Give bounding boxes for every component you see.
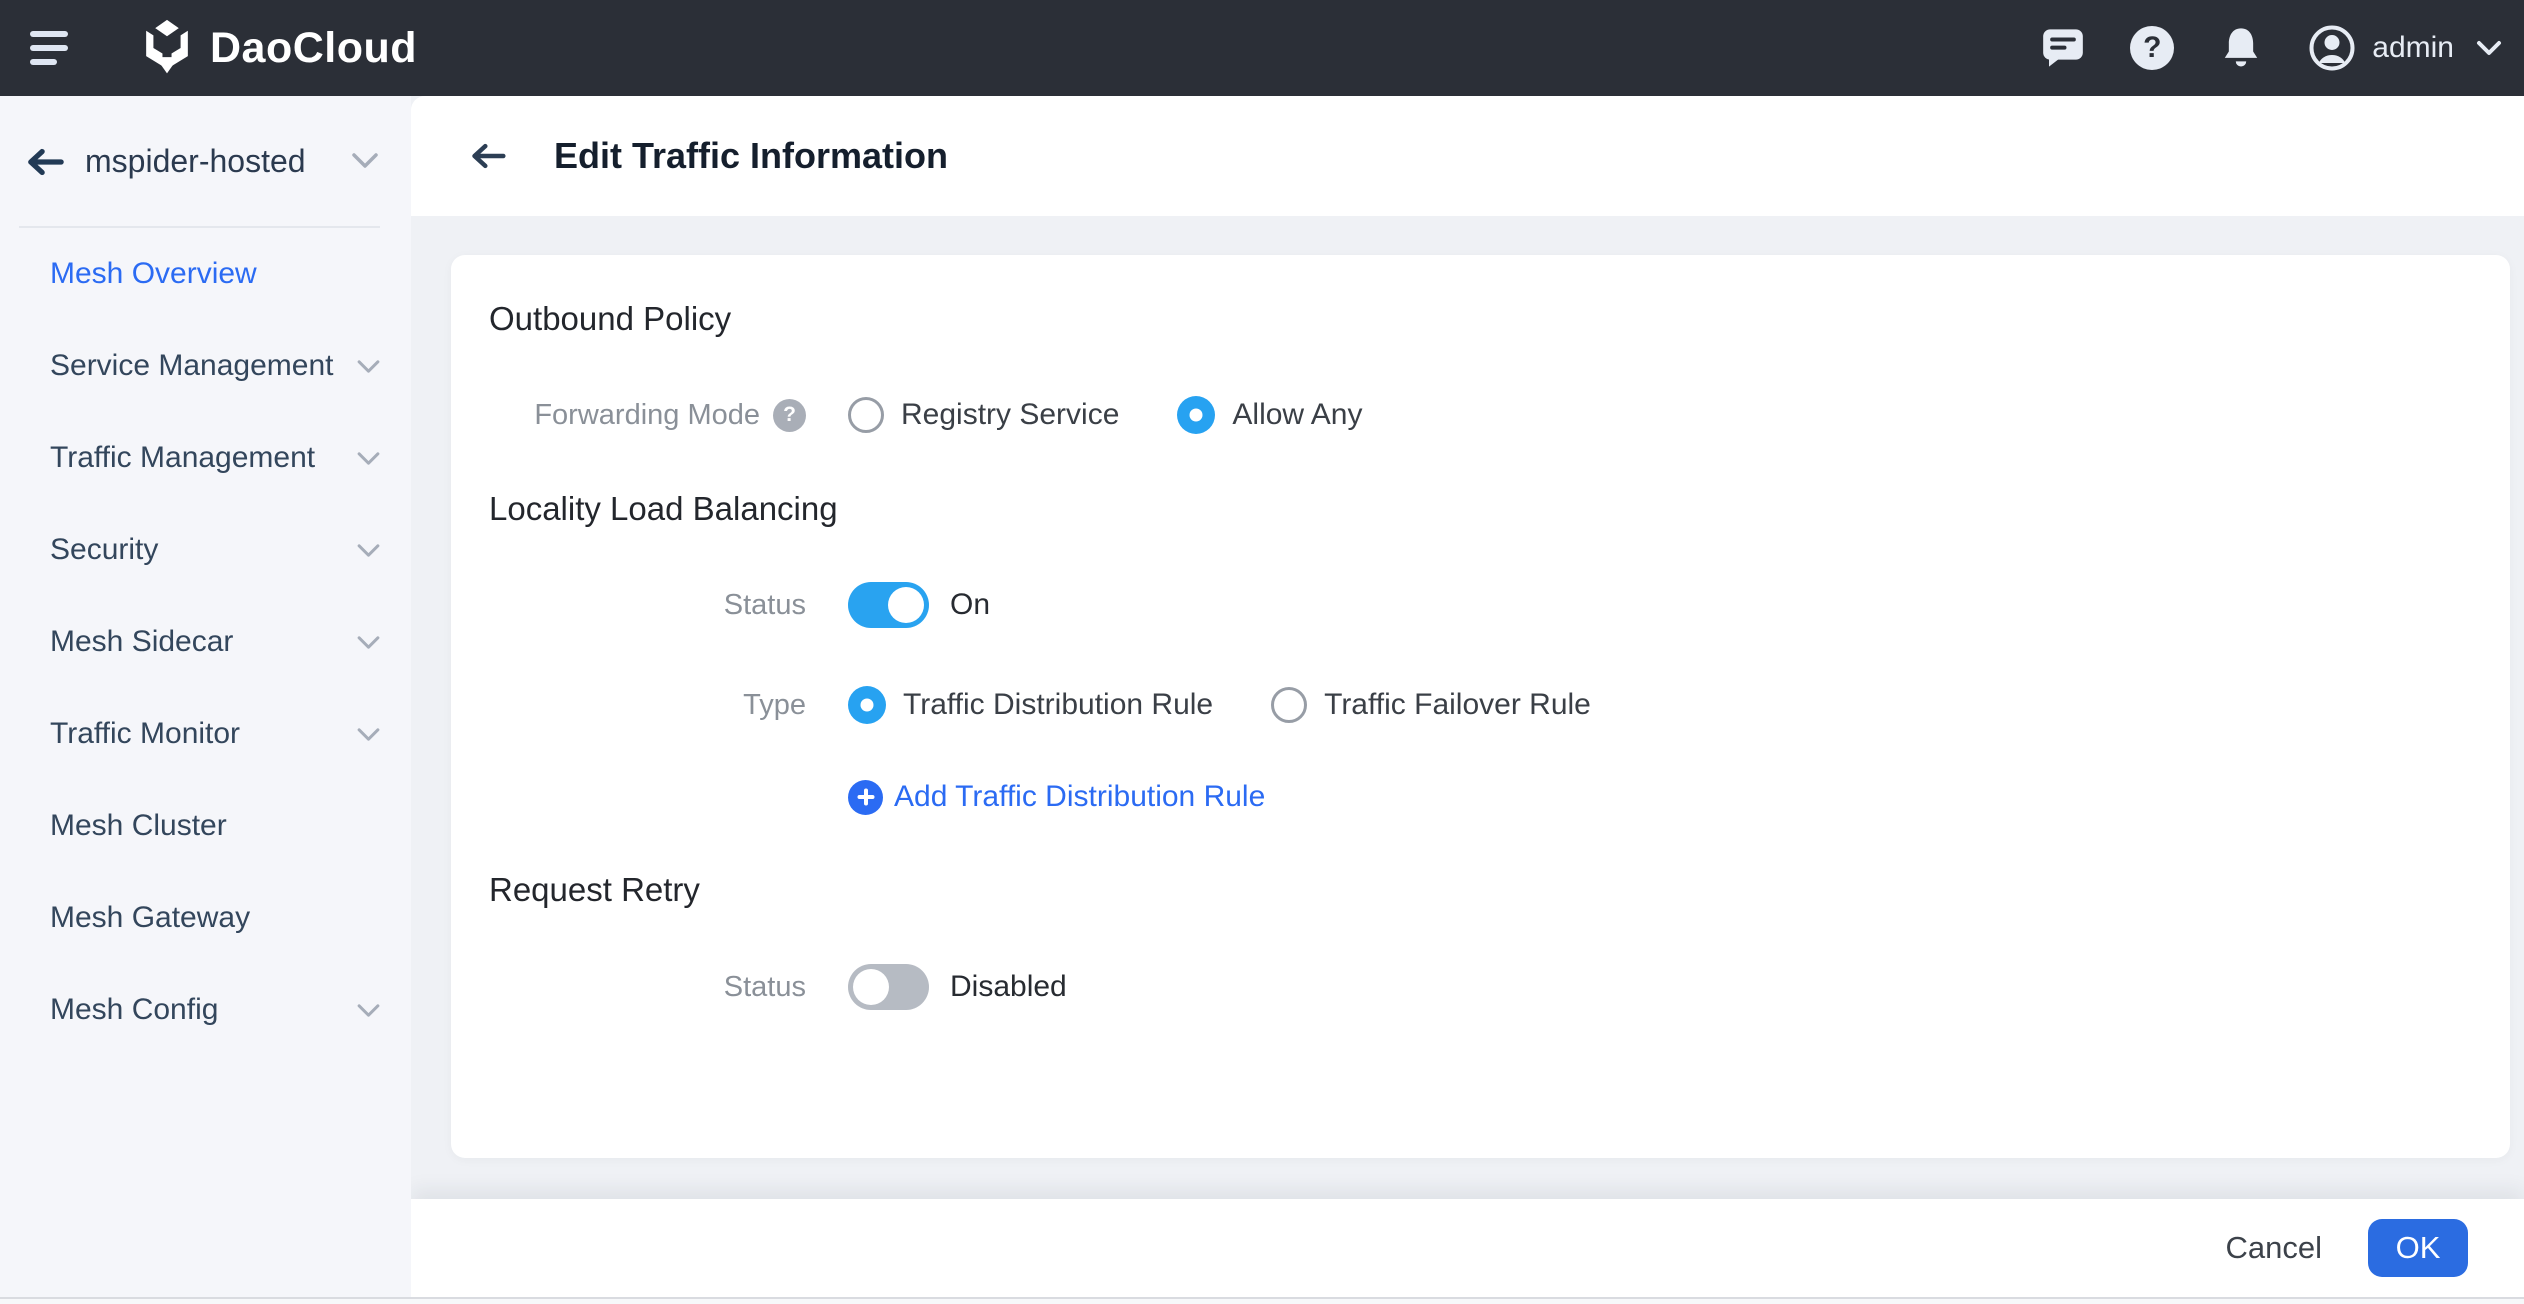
sidebar-item-mesh-config[interactable]: Mesh Config bbox=[0, 964, 411, 1056]
radio-allow-any[interactable]: Allow Any bbox=[1177, 396, 1362, 434]
sidebar: mspider-hosted Mesh Overview Service Man… bbox=[0, 96, 411, 1304]
locality-type-row: Type Traffic Distribution Rule Traffic F… bbox=[451, 679, 2510, 731]
app-root: { "topbar": { "brand": "DaoCloud", "user… bbox=[0, 0, 2524, 1304]
chevron-down-icon bbox=[356, 635, 381, 650]
topbar-actions: ? admin bbox=[1996, 0, 2502, 96]
locality-status-toggle[interactable] bbox=[848, 582, 929, 628]
brand-name: DaoCloud bbox=[210, 24, 417, 73]
radio-traffic-failover-rule[interactable]: Traffic Failover Rule bbox=[1271, 687, 1591, 723]
sidebar-item-mesh-cluster[interactable]: Mesh Cluster bbox=[0, 780, 411, 872]
sidebar-item-security[interactable]: Security bbox=[0, 504, 411, 596]
sidebar-item-traffic-management[interactable]: Traffic Management bbox=[0, 412, 411, 504]
messages-icon[interactable] bbox=[2042, 28, 2084, 68]
form-footer: Cancel OK bbox=[411, 1199, 2524, 1297]
daocloud-logo-icon bbox=[138, 19, 196, 77]
help-icon[interactable]: ? bbox=[2130, 26, 2174, 70]
locality-status-value: On bbox=[950, 588, 990, 622]
page-title: Edit Traffic Information bbox=[554, 135, 948, 177]
plus-circle-icon bbox=[848, 780, 883, 815]
topbar: DaoCloud ? admin bbox=[0, 0, 2524, 96]
radio-circle-icon bbox=[1271, 687, 1307, 723]
radio-checked-circle-icon bbox=[848, 686, 886, 724]
cancel-button[interactable]: Cancel bbox=[2206, 1220, 2343, 1276]
sidebar-item-mesh-sidecar[interactable]: Mesh Sidecar bbox=[0, 596, 411, 688]
chevron-down-icon bbox=[356, 1003, 381, 1018]
retry-status-label: Status bbox=[724, 971, 806, 1004]
sidebar-menu: Mesh Overview Service Management Traffic… bbox=[0, 228, 411, 1056]
bottom-scrollbar-strip[interactable] bbox=[0, 1297, 2524, 1304]
radio-checked-circle-icon bbox=[1177, 396, 1215, 434]
add-traffic-distribution-rule-link[interactable]: Add Traffic Distribution Rule bbox=[848, 780, 1265, 815]
forwarding-mode-help-icon[interactable]: ? bbox=[773, 399, 806, 432]
page-header: Edit Traffic Information bbox=[411, 96, 2524, 216]
edit-traffic-form-card: Outbound Policy Forwarding Mode ? Regist… bbox=[451, 255, 2510, 1158]
chevron-down-icon bbox=[356, 727, 381, 742]
brand[interactable]: DaoCloud bbox=[138, 0, 417, 96]
forwarding-mode-label: Forwarding Mode bbox=[534, 399, 760, 432]
ok-button[interactable]: OK bbox=[2368, 1219, 2468, 1277]
radio-traffic-distribution-rule[interactable]: Traffic Distribution Rule bbox=[848, 686, 1213, 724]
sidebar-item-mesh-overview[interactable]: Mesh Overview bbox=[0, 228, 411, 320]
hamburger-menu-icon[interactable] bbox=[30, 31, 74, 65]
chevron-down-icon bbox=[356, 359, 381, 374]
sidebar-back-arrow-icon[interactable] bbox=[26, 146, 64, 178]
forwarding-mode-row: Forwarding Mode ? Registry Service Allow… bbox=[451, 389, 2510, 441]
user-avatar[interactable] bbox=[2308, 24, 2356, 72]
chevron-down-icon bbox=[356, 543, 381, 558]
username-label: admin bbox=[2372, 31, 2454, 65]
page-back-arrow-icon[interactable] bbox=[470, 141, 506, 171]
radio-registry-service[interactable]: Registry Service bbox=[848, 397, 1119, 433]
locality-status-label: Status bbox=[724, 589, 806, 622]
mesh-switch-chevron-down-icon[interactable] bbox=[351, 152, 379, 169]
radio-circle-icon bbox=[848, 397, 884, 433]
retry-status-toggle[interactable] bbox=[848, 964, 929, 1010]
section-title-locality-load-balancing: Locality Load Balancing bbox=[489, 489, 838, 529]
sidebar-item-traffic-monitor[interactable]: Traffic Monitor bbox=[0, 688, 411, 780]
retry-status-value: Disabled bbox=[950, 970, 1067, 1004]
retry-status-row: Status Disabled bbox=[451, 961, 2510, 1013]
sidebar-item-mesh-gateway[interactable]: Mesh Gateway bbox=[0, 872, 411, 964]
sidebar-item-service-management[interactable]: Service Management bbox=[0, 320, 411, 412]
locality-type-label: Type bbox=[743, 689, 806, 722]
add-rule-row: Add Traffic Distribution Rule bbox=[451, 771, 2510, 823]
user-menu-chevron-down-icon[interactable] bbox=[2476, 40, 2502, 56]
chevron-down-icon bbox=[356, 451, 381, 466]
section-title-outbound-policy: Outbound Policy bbox=[489, 299, 731, 339]
locality-status-row: Status On bbox=[451, 579, 2510, 631]
section-title-request-retry: Request Retry bbox=[489, 870, 700, 910]
notifications-bell-icon[interactable] bbox=[2220, 26, 2262, 70]
mesh-name-label[interactable]: mspider-hosted bbox=[85, 96, 306, 226]
sidebar-mesh-header: mspider-hosted bbox=[0, 96, 411, 226]
